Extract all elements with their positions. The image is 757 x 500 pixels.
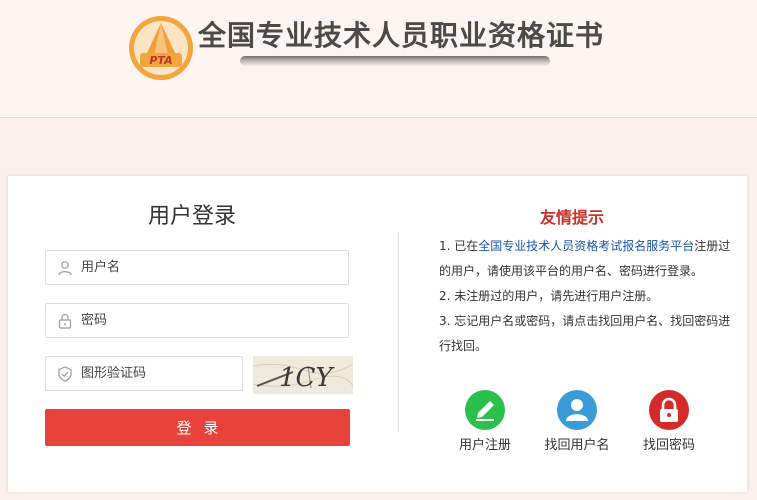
tips-content: 1. 已在全国专业技术人员资格考试报名服务平台注册过的用户，请使用该平台的用户名…	[439, 234, 731, 359]
user-icon	[557, 390, 597, 430]
captcha-field[interactable]	[45, 356, 243, 391]
title-reflection	[240, 56, 550, 66]
login-button[interactable]: 登录	[45, 409, 350, 446]
captcha-image[interactable]: 1CY	[253, 356, 353, 394]
login-title: 用户登录	[148, 204, 237, 229]
login-panel: 用户登录 1CY 登录 友情提示 1. 已在全国专	[8, 176, 747, 492]
lock-icon	[58, 313, 72, 329]
recover-username-label: 找回用户名	[544, 438, 610, 453]
lock-icon	[649, 390, 689, 430]
password-field[interactable]	[45, 303, 349, 338]
recover-username-action[interactable]: 找回用户名	[532, 390, 622, 453]
tip-line-3: 3. 忘记用户名或密码，请点击找回用户名、找回密码进行找回。	[439, 314, 731, 353]
username-input[interactable]	[81, 251, 341, 284]
tips-title: 友情提示	[540, 208, 605, 227]
captcha-text: 1CY	[279, 363, 335, 393]
page-header: PTA 全国专业技术人员职业资格证书	[0, 0, 757, 118]
tip-line-2: 2. 未注册过的用户，请先进行用户注册。	[439, 289, 659, 303]
tip-line-1: 1. 已在全国专业技术人员资格考试报名服务平台注册过的用户，请使用该平台的用户名…	[439, 234, 731, 284]
recover-password-action[interactable]: 找回密码	[624, 390, 714, 453]
tip-1-prefix: 1. 已在	[439, 239, 479, 253]
register-label: 用户注册	[458, 438, 511, 453]
recover-password-label: 找回密码	[642, 438, 695, 453]
user-icon	[58, 261, 72, 276]
panel-divider	[398, 232, 399, 432]
captcha-input[interactable]	[81, 357, 236, 390]
pta-logo: PTA	[129, 16, 193, 80]
register-action[interactable]: 用户注册	[440, 390, 530, 453]
exam-platform-link[interactable]: 全国专业技术人员资格考试报名服务平台	[478, 239, 694, 253]
password-input[interactable]	[81, 304, 341, 337]
pencil-icon	[465, 390, 505, 430]
site-title: 全国专业技术人员职业资格证书	[198, 19, 605, 52]
shield-icon	[58, 366, 72, 382]
username-field[interactable]	[45, 250, 349, 285]
logo-text: PTA	[149, 54, 172, 67]
